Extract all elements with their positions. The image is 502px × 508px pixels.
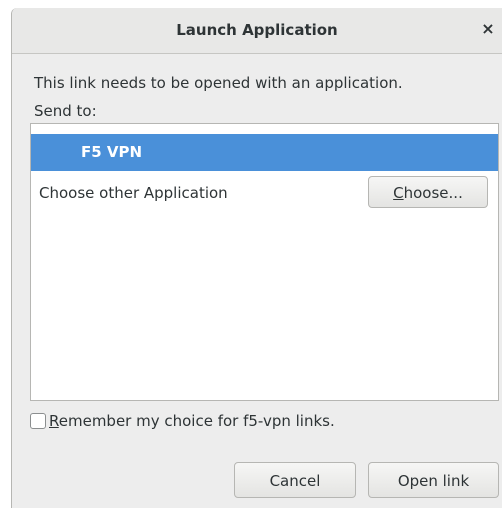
send-to-label: Send to:: [34, 102, 97, 120]
application-list: F5 VPN Choose other Application Choose..…: [30, 123, 499, 401]
dialog-titlebar: Launch Application ×: [12, 8, 502, 54]
choose-other-application-label: Choose other Application: [39, 184, 228, 202]
remember-choice-checkbox[interactable]: [30, 413, 46, 429]
remember-choice-label: Remember my choice for f5-vpn links.: [49, 412, 335, 430]
choose-button-label: hoose...: [403, 184, 463, 202]
close-icon[interactable]: ×: [478, 19, 498, 39]
open-link-button[interactable]: Open link: [368, 462, 499, 498]
dialog-title: Launch Application: [176, 21, 338, 39]
remember-mnemonic: R: [49, 412, 59, 430]
app-list-item-f5-vpn[interactable]: F5 VPN: [31, 134, 498, 171]
dialog-message: This link needs to be opened with an app…: [34, 74, 403, 92]
choose-button[interactable]: Choose...: [368, 176, 488, 208]
app-list-item-label: F5 VPN: [81, 143, 143, 161]
cancel-button[interactable]: Cancel: [234, 462, 356, 498]
remember-label-text: emember my choice for f5-vpn links.: [58, 412, 335, 430]
launch-application-dialog: Launch Application × This link needs to …: [11, 8, 502, 508]
choose-button-mnemonic: C: [393, 184, 404, 202]
remember-choice-toggle[interactable]: Remember my choice for f5-vpn links.: [30, 411, 335, 431]
